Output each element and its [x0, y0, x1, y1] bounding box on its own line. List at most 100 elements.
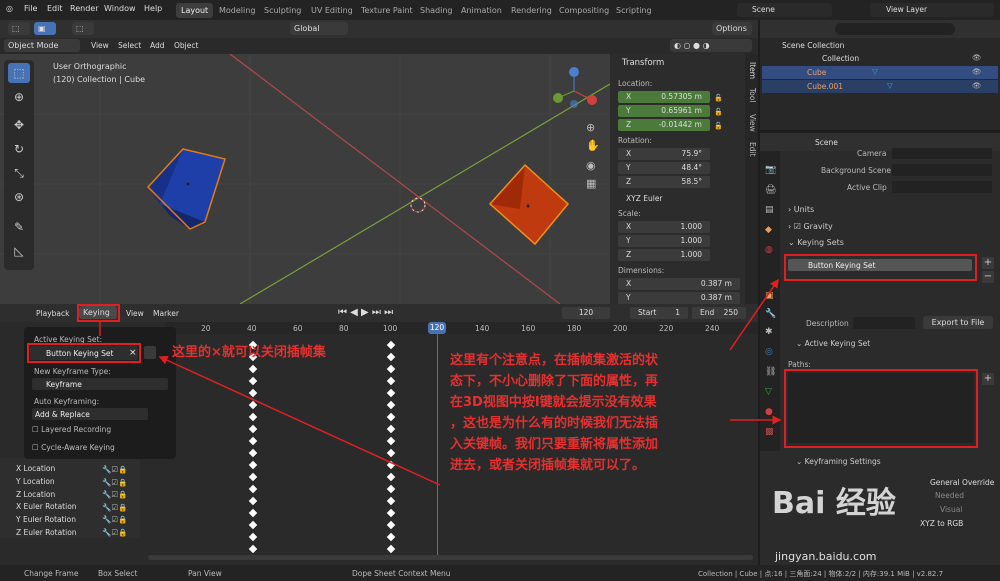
tab-rendering[interactable]: Rendering — [506, 3, 557, 18]
view-layer-selector[interactable]: View Layer — [870, 3, 994, 17]
frame-ruler[interactable]: 20 40 60 80 100 120 140 160 180 200 220 … — [165, 322, 758, 334]
blender-logo-icon[interactable]: ◎ — [6, 4, 13, 13]
annotate-icon[interactable]: ✎ — [8, 217, 30, 237]
menu-help[interactable]: Help — [144, 4, 162, 13]
collection-row[interactable]: Collection 👁 — [762, 52, 998, 64]
description-field[interactable] — [853, 317, 915, 329]
keyframe-column-40[interactable] — [248, 340, 258, 554]
eye-icon[interactable]: 👁 — [972, 67, 982, 76]
remove-keying-set-button[interactable]: − — [982, 271, 994, 283]
current-frame-field[interactable]: 120 — [562, 307, 610, 319]
lock-icons[interactable]: 🔓 🔓 🔓 — [714, 91, 732, 131]
tab-compositing[interactable]: Compositing — [554, 3, 614, 18]
camera-field[interactable] — [892, 148, 992, 159]
rotate-icon[interactable]: ↻ — [8, 139, 30, 159]
viewport-menu-add[interactable]: Add — [150, 41, 165, 50]
keying-set-insert-button[interactable] — [144, 346, 156, 359]
channel-y-euler-rotation[interactable]: Y Euler Rotation — [16, 515, 76, 524]
object-mode-dropdown[interactable]: Object Mode — [4, 39, 80, 52]
outliner-search[interactable] — [835, 23, 955, 35]
material-tab-icon[interactable]: ● — [765, 407, 773, 417]
scene-selector[interactable]: Scene — [737, 3, 832, 17]
menu-edit[interactable]: Edit — [47, 4, 63, 13]
rotation-mode-dropdown[interactable]: XYZ Euler — [618, 193, 740, 205]
viewport-menu-select[interactable]: Select — [118, 41, 141, 50]
location-x-field[interactable]: X 0.57305 m — [618, 91, 710, 103]
world-tab-icon[interactable]: ◍ — [765, 245, 773, 255]
end-frame-field[interactable]: End 250 — [692, 307, 746, 319]
modifier-tab-icon[interactable]: 🔧 — [765, 309, 776, 319]
scale-icon[interactable]: ⤡ — [8, 163, 30, 183]
3d-viewport[interactable]: User Orthographic (120) Collection | Cub… — [0, 54, 610, 304]
red-cube[interactable] — [488, 163, 570, 246]
outliner-item-cube001[interactable]: Cube.001 ▽ 👁 — [762, 80, 998, 93]
keyframe-type-dropdown[interactable]: Keyframe — [32, 378, 168, 390]
editor-type-button[interactable]: ⬚ — [8, 22, 30, 35]
playback-controls[interactable]: ⏮ ◀ ▶ ⏭ ⏭ — [338, 307, 393, 318]
outliner-item-cube[interactable]: Cube ▽ 👁 — [762, 66, 998, 79]
physics-tab-icon[interactable]: ◎ — [765, 347, 773, 357]
rotation-x-field[interactable]: X 75.9° — [618, 148, 710, 160]
render-tab-icon[interactable]: 📷 — [765, 165, 776, 175]
eye-icon[interactable]: 👁 — [972, 53, 982, 62]
export-to-file-button[interactable]: Export to File — [923, 316, 993, 329]
channel-x-euler-rotation[interactable]: X Euler Rotation — [16, 502, 77, 511]
scale-x-field[interactable]: X 1.000 — [618, 221, 710, 233]
add-keying-set-button[interactable]: + — [982, 257, 994, 269]
keyframing-settings-panel-header[interactable]: ⌄ Keyframing Settings — [796, 457, 881, 466]
active-clip-field[interactable] — [892, 181, 992, 193]
keyframe-column-100[interactable] — [386, 340, 396, 554]
start-frame-field[interactable]: Start 1 — [630, 307, 688, 319]
move-mode-button[interactable]: ⬚ — [72, 22, 94, 35]
rotation-z-field[interactable]: Z 58.5° — [618, 176, 710, 188]
blue-cube[interactable] — [146, 148, 226, 230]
tab-item[interactable]: Item — [748, 62, 757, 79]
channel-y-location[interactable]: Y Location — [16, 477, 55, 486]
data-tab-icon[interactable]: ▽ — [765, 387, 772, 397]
channel-z-euler-rotation[interactable]: Z Euler Rotation — [16, 528, 77, 537]
tab-scripting[interactable]: Scripting — [611, 3, 657, 18]
tab-sculpting[interactable]: Sculpting — [259, 3, 306, 18]
location-y-field[interactable]: Y 0.65961 m — [618, 105, 710, 117]
add-path-button[interactable]: + — [982, 373, 994, 385]
active-keying-set-panel-header[interactable]: ⌄ Active Keying Set — [796, 339, 870, 348]
navigation-gizmo[interactable] — [552, 66, 597, 116]
units-panel-header[interactable]: › Units — [788, 205, 814, 214]
playhead-label[interactable]: 120 — [428, 322, 446, 334]
tab-shading[interactable]: Shading — [415, 3, 458, 18]
transform-orientation-dropdown[interactable]: Global — [290, 22, 348, 35]
tab-edit[interactable]: Edit — [748, 142, 757, 157]
options-button[interactable]: Options — [712, 22, 752, 35]
particles-tab-icon[interactable]: ✱ — [765, 327, 773, 337]
menu-file[interactable]: File — [24, 4, 37, 13]
grid-icon[interactable]: ▦ — [586, 177, 596, 190]
select-box-icon[interactable]: ⬚ — [8, 63, 30, 83]
tab-animation[interactable]: Animation — [456, 3, 507, 18]
object-tab-icon[interactable]: ▣ — [765, 291, 774, 301]
cycle-aware-checkbox[interactable]: ☐ Cycle-Aware Keying — [32, 443, 115, 452]
menu-render[interactable]: Render — [70, 4, 98, 13]
timeline-menu-playback[interactable]: Playback — [36, 309, 69, 318]
select-mode-button[interactable]: ▣ — [34, 22, 56, 35]
rotation-y-field[interactable]: Y 48.4° — [618, 162, 710, 174]
location-z-field[interactable]: Z -0.01442 m — [618, 119, 710, 131]
channel-x-location[interactable]: X Location — [16, 464, 55, 473]
tab-uv-editing[interactable]: UV Editing — [306, 3, 358, 18]
gravity-panel-header[interactable]: › ☑ Gravity — [788, 222, 833, 231]
channel-toggle-icons[interactable]: 🔧☑🔒 🔧☑🔒 🔧☑🔒 🔧☑🔒 🔧☑🔒 🔧☑🔒 — [102, 464, 127, 540]
output-tab-icon[interactable]: 🖨 — [765, 185, 776, 195]
constraints-tab-icon[interactable]: ⛓ — [765, 367, 776, 377]
scale-y-field[interactable]: Y 1.000 — [618, 235, 710, 247]
texture-tab-icon[interactable]: ▩ — [765, 427, 774, 437]
tab-tool[interactable]: Tool — [748, 88, 757, 103]
scale-z-field[interactable]: Z 1.000 — [618, 249, 710, 261]
dimension-y-field[interactable]: Y 0.387 m — [618, 292, 740, 304]
timeline-scrollbar[interactable] — [148, 555, 753, 560]
auto-keyframing-dropdown[interactable]: Add & Replace — [32, 408, 148, 420]
dimension-x-field[interactable]: X 0.387 m — [618, 278, 740, 290]
tab-texture-paint[interactable]: Texture Paint — [356, 3, 418, 18]
transform-icon[interactable]: ⊛ — [8, 187, 30, 207]
shading-buttons[interactable]: ◐ ○ ● ◑ — [670, 39, 752, 52]
pan-icon[interactable]: ✋ — [586, 139, 600, 152]
layered-recording-checkbox[interactable]: ☐ Layered Recording — [32, 425, 111, 434]
